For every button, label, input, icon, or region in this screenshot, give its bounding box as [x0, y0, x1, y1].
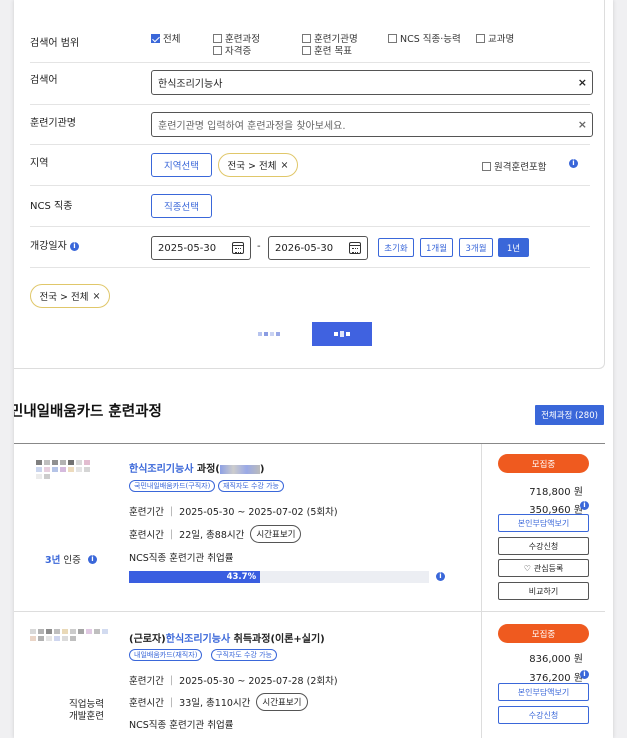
scope-checkbox-subject[interactable]: 교과명	[476, 31, 514, 45]
wishlist-button[interactable]: ♡ 관심등록	[498, 559, 589, 577]
keyword-input[interactable]: 한식조리기능사 ×	[151, 70, 593, 95]
column-divider	[481, 444, 482, 612]
self-pay-button[interactable]: 본인부담액보기	[498, 683, 589, 701]
apply-button[interactable]: 수강신청	[498, 706, 589, 724]
info-icon[interactable]: i	[580, 501, 589, 510]
scope-row: 검색어 범위 전체 훈련과정 훈련기관명 NCS 직종·능력 교과명 자격증 훈…	[30, 18, 590, 63]
ncs-label: NCS 직종	[30, 201, 73, 212]
course-title[interactable]: 한식조리기능사 과정()	[129, 460, 264, 475]
scope-checkbox-goal[interactable]: 훈련 목표	[302, 43, 352, 57]
scope-checkbox-ncs[interactable]: NCS 직종·능력	[388, 31, 461, 45]
checkbox-icon	[213, 45, 222, 55]
org-row: 훈련기관명 훈련기관명 입력하여 훈련과정을 찾아보세요. ×	[30, 105, 593, 145]
region-select-button[interactable]: 지역선택	[151, 153, 212, 177]
price-total: 718,800 원	[529, 487, 583, 498]
timetable-button[interactable]: 시간표보기	[256, 693, 308, 711]
org-logo-pixelated	[30, 629, 110, 641]
keyword-label: 검색어	[30, 75, 58, 86]
compare-button[interactable]: 비교하기	[498, 582, 589, 600]
course-time: 훈련시간 | 22일, 총88시간 시간표보기	[129, 525, 302, 543]
course-tag: 재직자도 수강 가능	[218, 480, 284, 492]
heart-icon: ♡	[523, 563, 531, 573]
date-row: 개강일자 i 2025-05-30 - 2026-05-30 초기화 1개월 3…	[30, 227, 590, 268]
ncs-rate-label: NCS직종 훈련기관 취업률	[129, 553, 234, 564]
date-from-input[interactable]: 2025-05-30	[151, 236, 251, 260]
date-to-input[interactable]: 2026-05-30	[268, 236, 368, 260]
title-pixelated	[219, 464, 260, 474]
course-tag: 구직자도 수강 가능	[211, 649, 277, 661]
calendar-icon[interactable]	[349, 242, 361, 254]
ncs-rate-fill: 43.7%	[129, 571, 261, 583]
region-chip[interactable]: 전국 > 전체 ×	[218, 153, 298, 177]
course-card: 3년 인증 i 한식조리기능사 과정() 국민내일배움카드(구직자) 재직자도 …	[14, 444, 605, 612]
search-button[interactable]	[312, 322, 372, 346]
price-total: 836,000 원	[529, 654, 583, 665]
results-title: 민내일배움카드 훈련과정	[14, 404, 162, 420]
remove-icon[interactable]: ×	[93, 291, 101, 302]
period-1y-button[interactable]: 1년	[498, 238, 529, 257]
region-row: 지역 지역선택 전국 > 전체 × 원격훈련포함 i	[30, 145, 590, 186]
apply-button[interactable]: 수강신청	[498, 537, 589, 555]
checkbox-icon	[302, 45, 311, 55]
period-3m-button[interactable]: 3개월	[459, 238, 493, 257]
date-label: 개강일자 i	[30, 237, 79, 252]
ncs-select-button[interactable]: 직종선택	[151, 194, 212, 218]
checkbox-icon	[476, 33, 485, 43]
org-input[interactable]: 훈련기관명 입력하여 훈련과정을 찾아보세요. ×	[151, 112, 593, 137]
cert-badge: 3년 인증	[45, 555, 81, 566]
clear-icon[interactable]: ×	[578, 76, 587, 89]
remove-icon[interactable]: ×	[281, 160, 289, 171]
org-type-label: 직업능력 개발훈련	[69, 699, 104, 722]
course-tag: 국민내일배움카드(구직자)	[129, 480, 216, 492]
reset-period-button[interactable]: 초기화	[378, 238, 414, 257]
course-title[interactable]: (근로자)한식조리기능사 취득과정(이론+실기)	[129, 630, 325, 645]
course-tag: 내일배움카드(재직자)	[129, 649, 203, 661]
ncs-row: NCS 직종 직종선택	[30, 186, 590, 227]
status-badge: 모집중	[498, 624, 589, 643]
info-icon[interactable]: i	[88, 555, 97, 564]
date-separator: -	[257, 241, 261, 252]
scope-checkbox-cert[interactable]: 자격증	[213, 43, 251, 57]
course-period: 훈련기간 | 2025-05-30 ~ 2025-07-28 (2회차)	[129, 674, 338, 688]
reset-link-pixelated[interactable]	[257, 328, 281, 339]
org-label: 훈련기관명	[30, 118, 76, 129]
org-logo-pixelated	[36, 460, 96, 479]
selected-filter-chip[interactable]: 전국 > 전체 ×	[30, 284, 110, 308]
status-badge: 모집중	[498, 454, 589, 473]
period-1m-button[interactable]: 1개월	[420, 238, 453, 257]
region-label: 지역	[30, 158, 49, 169]
checkbox-icon	[213, 33, 222, 43]
info-icon[interactable]: i	[436, 572, 445, 581]
course-time: 훈련시간 | 33일, 총110시간 시간표보기	[129, 693, 308, 711]
course-card: 직업능력 개발훈련 (근로자)한식조리기능사 취득과정(이론+실기) 내일배움카드…	[14, 612, 605, 738]
info-icon[interactable]: i	[569, 159, 578, 168]
clear-icon[interactable]: ×	[578, 118, 587, 131]
course-period: 훈련기간 | 2025-05-30 ~ 2025-07-02 (5회차)	[129, 505, 338, 519]
checkbox-icon	[482, 161, 491, 171]
checkbox-icon	[302, 33, 311, 43]
scope-label: 검색어 범위	[30, 38, 80, 49]
price-self: 376,200 원	[529, 673, 583, 684]
checkbox-checked-icon	[151, 33, 160, 43]
search-panel: 검색어 범위 전체 훈련과정 훈련기관명 NCS 직종·능력 교과명 자격증 훈…	[14, 0, 605, 369]
ncs-rate-label: NCS직종 훈련기관 취업률	[129, 720, 234, 731]
page: 검색어 범위 전체 훈련과정 훈련기관명 NCS 직종·능력 교과명 자격증 훈…	[14, 0, 613, 738]
info-icon[interactable]: i	[580, 670, 589, 679]
column-divider	[481, 612, 482, 738]
keyword-row: 검색어 한식조리기능사 ×	[30, 63, 593, 105]
calendar-icon[interactable]	[232, 242, 244, 254]
ncs-rate-bar: 43.7%	[129, 571, 429, 583]
total-courses-button[interactable]: 전체과정 (280)	[535, 405, 604, 425]
self-pay-button[interactable]: 본인부담액보기	[498, 514, 589, 532]
remote-checkbox[interactable]: 원격훈련포함	[482, 159, 546, 173]
checkbox-icon	[388, 33, 397, 43]
scope-checkbox-all[interactable]: 전체	[151, 31, 180, 45]
info-icon[interactable]: i	[70, 241, 79, 251]
timetable-button[interactable]: 시간표보기	[250, 525, 302, 543]
